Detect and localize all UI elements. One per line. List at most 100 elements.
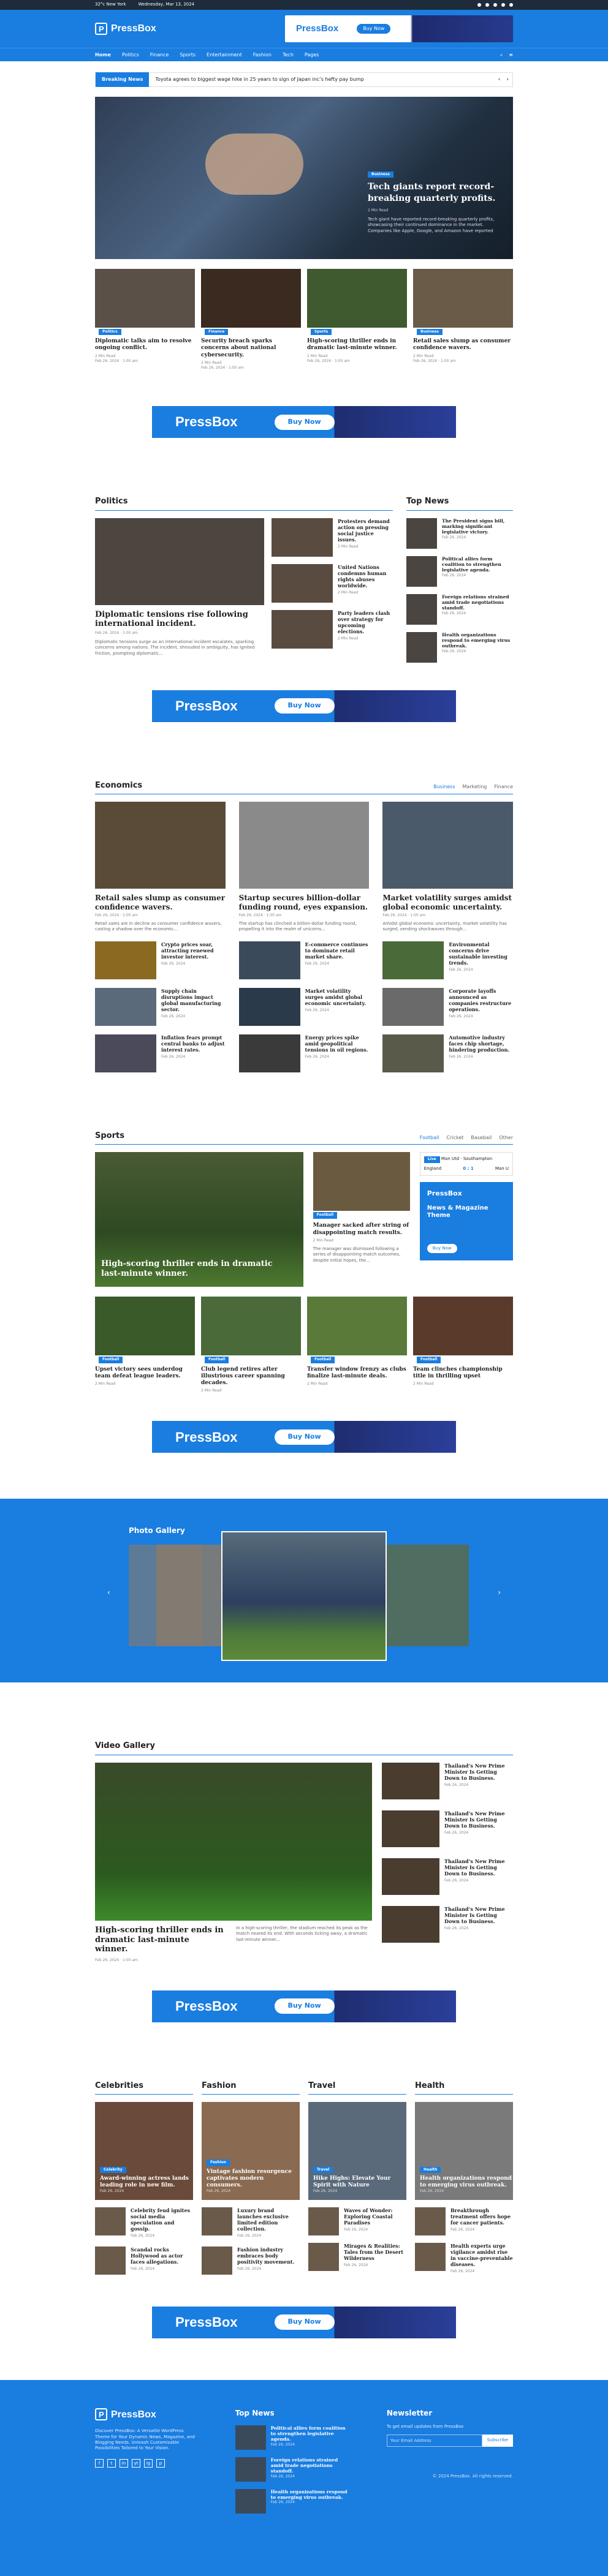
tab-finance[interactable]: Finance bbox=[494, 784, 513, 791]
youtube-icon[interactable] bbox=[509, 3, 513, 7]
post-title[interactable]: Vintage fashion resurgence captivates mo… bbox=[207, 2169, 300, 2190]
card-badge[interactable]: Business bbox=[417, 329, 443, 336]
post-title[interactable]: Award-winning actress lands leading role… bbox=[100, 2175, 193, 2190]
list-item[interactable]: Market volatility surges amidst global e… bbox=[238, 987, 370, 1026]
search-icon[interactable]: ⌕ bbox=[500, 52, 503, 59]
economics-post[interactable]: Market volatility surges amidst global e… bbox=[382, 802, 513, 933]
sports-main-post[interactable]: High-scoring thriller ends in dramatic l… bbox=[95, 1152, 303, 1287]
hero-title[interactable]: Tech giants report record-breaking quart… bbox=[368, 181, 500, 205]
nav-finance[interactable]: Finance bbox=[150, 52, 169, 59]
card-title[interactable]: Transfer window frenzy as clubs finalize… bbox=[307, 1366, 407, 1380]
breaking-text[interactable]: Toyota agrees to biggest wage hike in 25… bbox=[149, 77, 495, 83]
tab-football[interactable]: Football bbox=[420, 1135, 439, 1142]
item-title[interactable]: Inflation fears prompt central banks to … bbox=[161, 1034, 226, 1053]
list-item[interactable]: Breakthrough treatment offers hope for c… bbox=[415, 2207, 513, 2236]
video-item[interactable]: Thailand’s New Prime Minister Is Getting… bbox=[382, 1763, 513, 1799]
list-item[interactable]: Supply chain disruptions impact global m… bbox=[95, 987, 226, 1026]
item-title[interactable]: Thailand’s New Prime Minister Is Getting… bbox=[444, 1858, 513, 1877]
sports-card[interactable]: Football Club legend retires after illust… bbox=[201, 1297, 301, 1393]
youtube-icon[interactable]: yt bbox=[132, 2458, 140, 2468]
card-title[interactable]: Retail sales slump as consumer confidenc… bbox=[413, 338, 513, 352]
item-title[interactable]: Protesters demand action on pressing soc… bbox=[338, 518, 393, 543]
post-title[interactable]: Startup secures billion-dollar funding r… bbox=[239, 894, 370, 911]
ad-buy-button[interactable]: Buy Now bbox=[274, 698, 335, 714]
item-title[interactable]: Automotive industry faces chip shortage,… bbox=[449, 1034, 513, 1053]
featured-card[interactable]: Finance Security breach sparks concerns a… bbox=[201, 269, 301, 371]
card-badge[interactable]: Football bbox=[99, 1357, 123, 1363]
nav-home[interactable]: Home bbox=[95, 52, 111, 59]
politics-main-post[interactable]: Diplomatic tensions rise following inter… bbox=[95, 518, 264, 657]
ad-banner[interactable]: PressBox Buy Now bbox=[152, 406, 456, 439]
item-title[interactable]: Breakthrough treatment offers hope for c… bbox=[450, 2207, 513, 2226]
item-title[interactable]: Corporate layoffs announced as companies… bbox=[449, 988, 513, 1012]
item-title[interactable]: Scandal rocks Hollywood as actor faces a… bbox=[131, 2246, 193, 2265]
list-item[interactable]: Scandal rocks Hollywood as actor faces a… bbox=[95, 2246, 193, 2275]
gallery-photo[interactable] bbox=[156, 1545, 230, 1647]
post-title[interactable]: Retail sales slump as consumer confidenc… bbox=[95, 894, 226, 911]
featured-card[interactable]: Business Retail sales slump as consumer c… bbox=[413, 269, 513, 371]
nav-sports[interactable]: Sports bbox=[180, 52, 196, 59]
nav-tech[interactable]: Tech bbox=[283, 52, 294, 59]
live-score-widget[interactable]: Live Man Utd · Southampton England 0 : 1 M… bbox=[419, 1152, 513, 1176]
next-arrow-icon[interactable]: › bbox=[503, 76, 512, 83]
video-item[interactable]: Thailand’s New Prime Minister Is Getting… bbox=[382, 1858, 513, 1895]
post-title[interactable]: Health organizations respond to emerging… bbox=[420, 2175, 513, 2190]
list-item[interactable]: United Nations condemns human rights abu… bbox=[272, 563, 393, 603]
item-title[interactable]: Supply chain disruptions impact global m… bbox=[161, 988, 226, 1012]
nav-politics[interactable]: Politics bbox=[122, 52, 139, 59]
item-title[interactable]: Party leaders clash over strategy for up… bbox=[338, 610, 393, 635]
tab-other[interactable]: Other bbox=[499, 1135, 513, 1142]
hero-badge[interactable]: Business bbox=[368, 171, 393, 178]
item-title[interactable]: E-commerce continues to dominate retail … bbox=[305, 941, 370, 960]
tab-business[interactable]: Business bbox=[433, 784, 455, 791]
nav-pages[interactable]: Pages bbox=[305, 52, 319, 59]
list-item[interactable]: Crypto prices soar, attracting renewed i… bbox=[95, 941, 226, 979]
sports-card[interactable]: Football Transfer window frenzy as clubs … bbox=[307, 1297, 407, 1393]
post-title[interactable]: High-scoring thriller ends in dramatic l… bbox=[95, 1926, 224, 1954]
category-main-post[interactable]: Fashion Vintage fashion resurgence captiv… bbox=[202, 2102, 300, 2201]
card-badge[interactable]: Sports bbox=[311, 329, 332, 336]
card-title[interactable]: Upset victory sees underdog team defeat … bbox=[95, 1366, 195, 1380]
item-title[interactable]: Mirages & Realities: Tales from the Dese… bbox=[344, 2243, 406, 2261]
list-item[interactable]: Protesters demand action on pressing soc… bbox=[272, 518, 393, 557]
item-title[interactable]: Fashion industry embraces body positivit… bbox=[237, 2246, 300, 2265]
ad-banner[interactable]: PressBox Buy Now bbox=[152, 2306, 456, 2338]
card-title[interactable]: Club legend retires after illustrious ca… bbox=[201, 1366, 301, 1387]
ad-buy-button[interactable]: Buy Now bbox=[274, 1429, 335, 1445]
nav-fashion[interactable]: Fashion bbox=[253, 52, 272, 59]
pinterest-icon[interactable]: p bbox=[156, 2458, 165, 2468]
post-title[interactable]: High-scoring thriller ends in dramatic l… bbox=[101, 1259, 285, 1278]
post-badge[interactable]: Fashion bbox=[207, 2160, 230, 2166]
social-icons[interactable] bbox=[477, 3, 513, 7]
list-item[interactable]: Environmental concerns drive sustainable… bbox=[382, 941, 513, 979]
ad-buy-button[interactable]: Buy Now bbox=[274, 414, 335, 430]
list-item[interactable]: Fashion industry embraces body positivit… bbox=[202, 2246, 300, 2275]
topnews-item[interactable]: Foreign relations strained amid trade ne… bbox=[406, 593, 513, 625]
twitter-icon[interactable]: t bbox=[107, 2458, 116, 2468]
topnews-item[interactable]: The President signs bill, marking signif… bbox=[406, 518, 513, 549]
item-title[interactable]: Political allies form coalition to stren… bbox=[271, 2425, 350, 2442]
post-badge[interactable]: Travel bbox=[313, 2166, 333, 2173]
item-title[interactable]: The President signs bill, marking signif… bbox=[442, 518, 513, 535]
item-title[interactable]: Thailand’s New Prime Minister Is Getting… bbox=[444, 1810, 513, 1829]
item-title[interactable]: Waves of Wonder: Exploring Coastal Parad… bbox=[344, 2207, 406, 2226]
sports-side-post[interactable]: Football Manager sacked after string of d… bbox=[313, 1152, 410, 1287]
post-badge[interactable]: Football bbox=[313, 1212, 338, 1219]
item-title[interactable]: Thailand’s New Prime Minister Is Getting… bbox=[444, 1763, 513, 1781]
twitter-icon[interactable] bbox=[485, 3, 489, 7]
item-title[interactable]: Political allies form coalition to stren… bbox=[442, 556, 513, 573]
gallery-photo[interactable] bbox=[383, 1545, 469, 1647]
promo-buy-button[interactable]: Buy Now bbox=[427, 1243, 457, 1253]
post-title[interactable]: Diplomatic tensions rise following inter… bbox=[95, 610, 264, 629]
item-title[interactable]: Celebrity feud ignites social media spec… bbox=[131, 2207, 193, 2232]
list-item[interactable]: Party leaders clash over strategy for up… bbox=[272, 609, 393, 649]
card-title[interactable]: Team clinches championship title in thri… bbox=[413, 1366, 513, 1380]
footer-news-item[interactable]: Foreign relations strained amid trade ne… bbox=[235, 2457, 350, 2482]
item-title[interactable]: Foreign relations strained amid trade ne… bbox=[442, 594, 513, 611]
promo-widget[interactable]: PressBox News & Magazine Theme Buy Now bbox=[419, 1182, 513, 1260]
ad-buy-button[interactable]: Buy Now bbox=[357, 23, 391, 34]
newsletter-email-input[interactable]: Your Email Address bbox=[386, 2435, 482, 2447]
linkedin-icon[interactable]: in bbox=[120, 2458, 128, 2468]
card-title[interactable]: Diplomatic talks aim to resolve ongoing … bbox=[95, 338, 195, 352]
list-item[interactable]: Luxury brand launches exclusive limited … bbox=[202, 2207, 300, 2239]
